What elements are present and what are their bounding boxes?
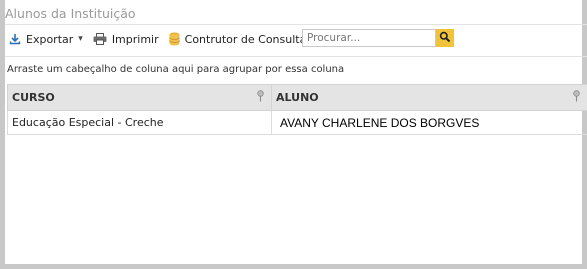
export-label: Exportar: [26, 32, 74, 46]
window-frame: Alunos da Instituição Exportar ▾ Imprimi…: [0, 0, 587, 269]
export-button[interactable]: Exportar ▾: [9, 28, 83, 50]
query-builder-label: Contrutor de Consultas: [184, 32, 313, 46]
search-box: [302, 29, 454, 47]
download-icon: [9, 33, 21, 45]
grid-header-row: CURSO ALUNO: [7, 84, 587, 111]
cell-curso: Educação Especial - Creche: [7, 110, 272, 135]
print-label: Imprimir: [111, 32, 159, 46]
toolbar: Exportar ▾ Imprimir Contrutor de Consult…: [9, 28, 583, 50]
search-button[interactable]: [436, 29, 454, 47]
cell-aluno: AVANY CHARLENE DOS BORGVES: [271, 110, 587, 135]
search-input[interactable]: [302, 29, 436, 47]
dropdown-caret-icon[interactable]: ▾: [78, 34, 83, 44]
query-builder-button[interactable]: Contrutor de Consultas: [168, 28, 313, 50]
column-header-label: CURSO: [12, 91, 55, 104]
column-header-label: ALUNO: [276, 91, 319, 104]
pin-icon[interactable]: [256, 90, 265, 105]
column-header-curso[interactable]: CURSO: [7, 84, 272, 111]
pin-icon[interactable]: [572, 90, 581, 105]
database-icon: [168, 32, 180, 46]
bottom-border: [0, 264, 587, 269]
table-row[interactable]: Educação Especial - Creche AVANY CHARLEN…: [7, 110, 587, 135]
magnifier-icon: [439, 31, 451, 46]
printer-icon: [93, 33, 107, 45]
group-by-panel[interactable]: Arraste um cabeçalho de coluna aqui para…: [5, 56, 587, 82]
data-grid: CURSO ALUNO Educação Especial - Creche A…: [7, 84, 587, 135]
title-divider: [5, 24, 587, 25]
column-header-aluno[interactable]: ALUNO: [271, 84, 587, 111]
print-button[interactable]: Imprimir: [93, 28, 159, 50]
window-title: Alunos da Instituição: [5, 6, 136, 21]
